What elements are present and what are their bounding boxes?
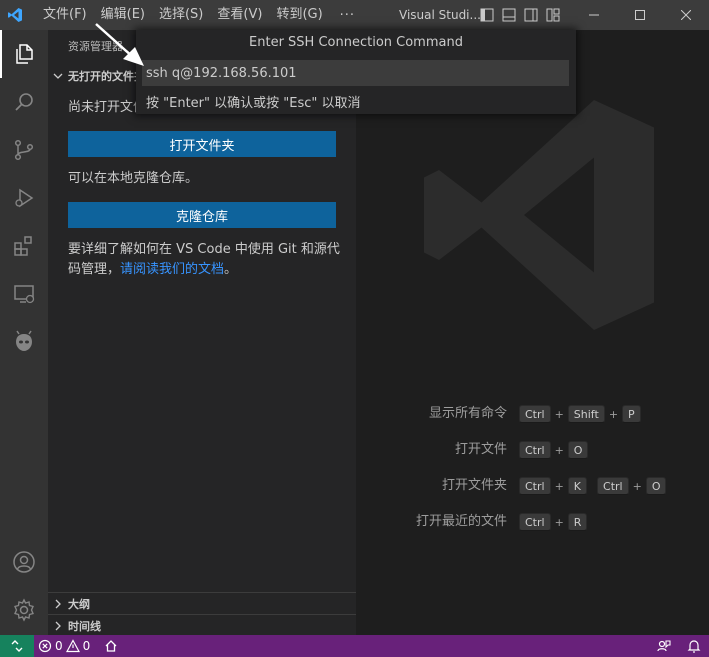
section-timeline[interactable]: 时间线 (48, 614, 356, 636)
key: Ctrl (519, 405, 551, 423)
activity-bar (0, 30, 48, 635)
read-docs-link[interactable]: 请阅读我们的文档 (120, 262, 224, 277)
remote-indicator-icon[interactable] (0, 635, 34, 657)
manage-gear-icon[interactable] (0, 586, 48, 634)
shortcut-label: 显示所有命令 (428, 406, 507, 421)
chevron-down-icon (48, 71, 68, 81)
git-text-line-1: 要详细了解如何在 VS Code 中使用 Git 和源代 (68, 242, 340, 257)
toggle-panel-icon[interactable] (498, 0, 520, 30)
customize-layout-icon[interactable] (542, 0, 564, 30)
menu-more-icon[interactable]: ··· (330, 8, 365, 23)
section-outline[interactable]: 大纲 (48, 592, 356, 614)
shortcut-keys: Ctrl + R (519, 512, 588, 532)
shortcut-open-recent: 打开最近的文件 Ctrl + R (356, 512, 709, 532)
window-controls (571, 0, 709, 30)
remote-explorer-icon[interactable] (0, 270, 48, 318)
key: P (622, 405, 641, 423)
status-right (649, 635, 709, 657)
explorer-sidebar: 资源管理器 无打开的文件夹 尚未打开文件夹。 打开文件夹 可以在本地克隆仓库。 … (48, 30, 356, 635)
git-docs-text: 要详细了解如何在 VS Code 中使用 Git 和源代 码管理，请阅读我们的文… (68, 240, 340, 280)
key: O (645, 477, 667, 495)
accounts-icon[interactable] (0, 538, 48, 586)
shortcut-keys: Ctrl + Shift + P (519, 404, 641, 424)
menu-selection[interactable]: 选择(S) (152, 0, 210, 30)
shortcut-open-file: 打开文件 Ctrl + O (356, 440, 709, 460)
key: Ctrl (519, 477, 551, 495)
vscode-logo-icon (0, 0, 30, 30)
annotation-arrow-icon (90, 20, 150, 74)
error-icon (38, 639, 52, 653)
maximize-icon[interactable] (617, 0, 663, 30)
key: Ctrl (519, 513, 551, 531)
quick-input-title: Enter SSH Connection Command (249, 35, 463, 50)
close-icon[interactable] (663, 0, 709, 30)
menu-bar: 文件(F) 编辑(E) 选择(S) 查看(V) 转到(G) ··· (36, 0, 365, 30)
key: K (567, 477, 588, 495)
vscode-watermark-logo-icon (414, 90, 664, 344)
key: Shift (567, 405, 605, 423)
alien-extension-icon[interactable] (0, 318, 48, 366)
editor-area: 显示所有命令 Ctrl + Shift + P 打开文件 Ctrl + O 打开文件夹… (356, 30, 709, 635)
warning-icon (65, 639, 80, 653)
error-count: 0 (55, 639, 63, 653)
shortcut-keys: Ctrl + O (519, 440, 589, 460)
toggle-secondary-sidebar-icon[interactable] (520, 0, 542, 30)
ssh-command-input[interactable] (142, 60, 569, 86)
shortcut-label: 打开文件 (454, 442, 507, 457)
explorer-icon[interactable] (0, 30, 48, 78)
status-bar: 0 0 (0, 635, 709, 657)
warning-count: 0 (82, 639, 91, 653)
key: Ctrl (597, 477, 629, 495)
open-folder-button[interactable]: 打开文件夹 (68, 131, 336, 157)
menu-go[interactable]: 转到(G) (269, 0, 329, 30)
layout-controls (476, 0, 564, 30)
chevron-right-icon (48, 599, 68, 609)
git-text-end: 。 (224, 262, 238, 277)
problems-status[interactable]: 0 0 (34, 635, 94, 657)
window-title: Visual Studi... (399, 8, 481, 22)
home-icon[interactable] (100, 635, 122, 657)
chevron-right-icon (48, 621, 68, 631)
clone-repository-button[interactable]: 克隆仓库 (68, 202, 336, 228)
run-and-debug-icon[interactable] (0, 174, 48, 222)
minimize-icon[interactable] (571, 0, 617, 30)
menu-file[interactable]: 文件(F) (36, 0, 94, 30)
extensions-icon[interactable] (0, 222, 48, 270)
section-outline-label: 大纲 (68, 597, 90, 611)
git-text-line-2: 码管理， (68, 262, 121, 277)
shortcut-open-folder: 打开文件夹 Ctrl + K Ctrl + O (356, 476, 709, 496)
clone-hint-text: 可以在本地克隆仓库。 (68, 171, 199, 186)
key: R (567, 513, 588, 531)
toggle-primary-sidebar-icon[interactable] (476, 0, 498, 30)
quick-input-widget: Enter SSH Connection Command 按 "Enter" 以… (136, 30, 576, 114)
notifications-bell-icon[interactable] (679, 635, 709, 657)
shortcut-label: 打开文件夹 (441, 478, 507, 493)
quick-input-message: 按 "Enter" 以确认或按 "Esc" 以取消 (146, 96, 361, 111)
menu-view[interactable]: 查看(V) (210, 0, 269, 30)
shortcut-keys: Ctrl + K Ctrl + O (519, 476, 667, 496)
search-icon[interactable] (0, 78, 48, 126)
section-timeline-label: 时间线 (68, 619, 101, 633)
source-control-icon[interactable] (0, 126, 48, 174)
key: O (567, 441, 589, 459)
shortcut-show-all-commands: 显示所有命令 Ctrl + Shift + P (356, 404, 709, 424)
live-share-feedback-icon[interactable] (649, 635, 679, 657)
key: Ctrl (519, 441, 551, 459)
shortcut-label: 打开最近的文件 (415, 514, 507, 529)
